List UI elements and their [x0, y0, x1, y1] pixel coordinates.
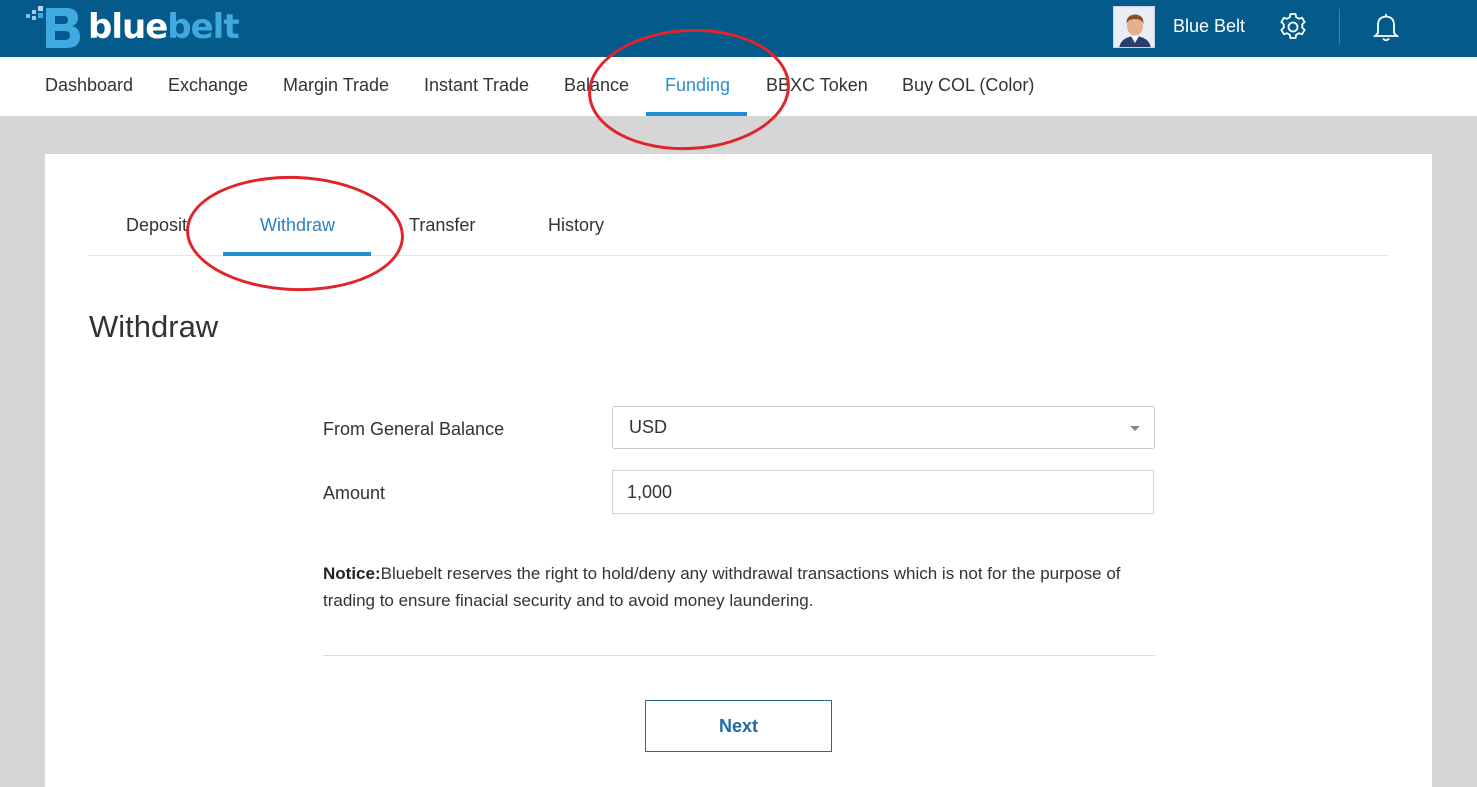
notice-text: Bluebelt reserves the right to hold/deny… — [323, 564, 1121, 610]
tab-history[interactable]: History — [548, 214, 604, 236]
nav-item-funding[interactable]: Funding — [665, 57, 730, 116]
logo-text-blue: blue — [88, 7, 168, 47]
avatar-icon[interactable] — [1113, 6, 1155, 48]
logo-text-belt: belt — [167, 7, 239, 47]
top-bar: bluebelt Blue Belt — [0, 0, 1477, 57]
form-divider — [323, 655, 1155, 656]
amount-label: Amount — [323, 483, 386, 503]
nav-item-exchange[interactable]: Exchange — [168, 57, 248, 116]
nav-active-indicator — [646, 112, 747, 116]
nav-item-bbxc-token[interactable]: BBXC Token — [766, 57, 868, 116]
next-button[interactable]: Next — [645, 700, 832, 752]
page-title: Withdraw — [89, 309, 219, 344]
tab-deposit[interactable]: Deposit — [126, 214, 187, 236]
currency-selected-value: USD — [629, 417, 668, 437]
tab-transfer[interactable]: Transfer — [409, 214, 475, 236]
tab-withdraw[interactable]: Withdraw — [260, 214, 335, 236]
withdraw-notice: Notice:Bluebelt reserves the right to ho… — [323, 560, 1163, 614]
bluebelt-logo[interactable]: bluebelt — [26, 6, 240, 48]
from-balance-label: From General Balance — [323, 419, 505, 439]
nav-item-margin-trade[interactable]: Margin Trade — [283, 57, 389, 116]
header-divider — [1339, 9, 1340, 45]
nav-item-instant-trade[interactable]: Instant Trade — [424, 57, 529, 116]
nav-item-buy-col[interactable]: Buy COL (Color) — [902, 57, 1034, 116]
logo-wordmark: bluebelt — [88, 6, 240, 48]
username[interactable]: Blue Belt — [1173, 15, 1245, 37]
chevron-down-icon — [1130, 426, 1140, 431]
currency-select[interactable]: USD — [612, 406, 1155, 449]
main-nav: Dashboard Exchange Margin Trade Instant … — [0, 57, 1477, 116]
bluebelt-b-logo-icon — [26, 6, 82, 48]
bell-icon[interactable] — [1372, 11, 1400, 43]
nav-item-balance[interactable]: Balance — [564, 57, 629, 116]
gear-icon[interactable] — [1277, 11, 1309, 43]
notice-label: Notice: — [323, 564, 381, 583]
amount-input[interactable]: 1,000 — [612, 470, 1154, 514]
tab-active-indicator — [223, 252, 371, 256]
nav-item-dashboard[interactable]: Dashboard — [45, 57, 133, 116]
